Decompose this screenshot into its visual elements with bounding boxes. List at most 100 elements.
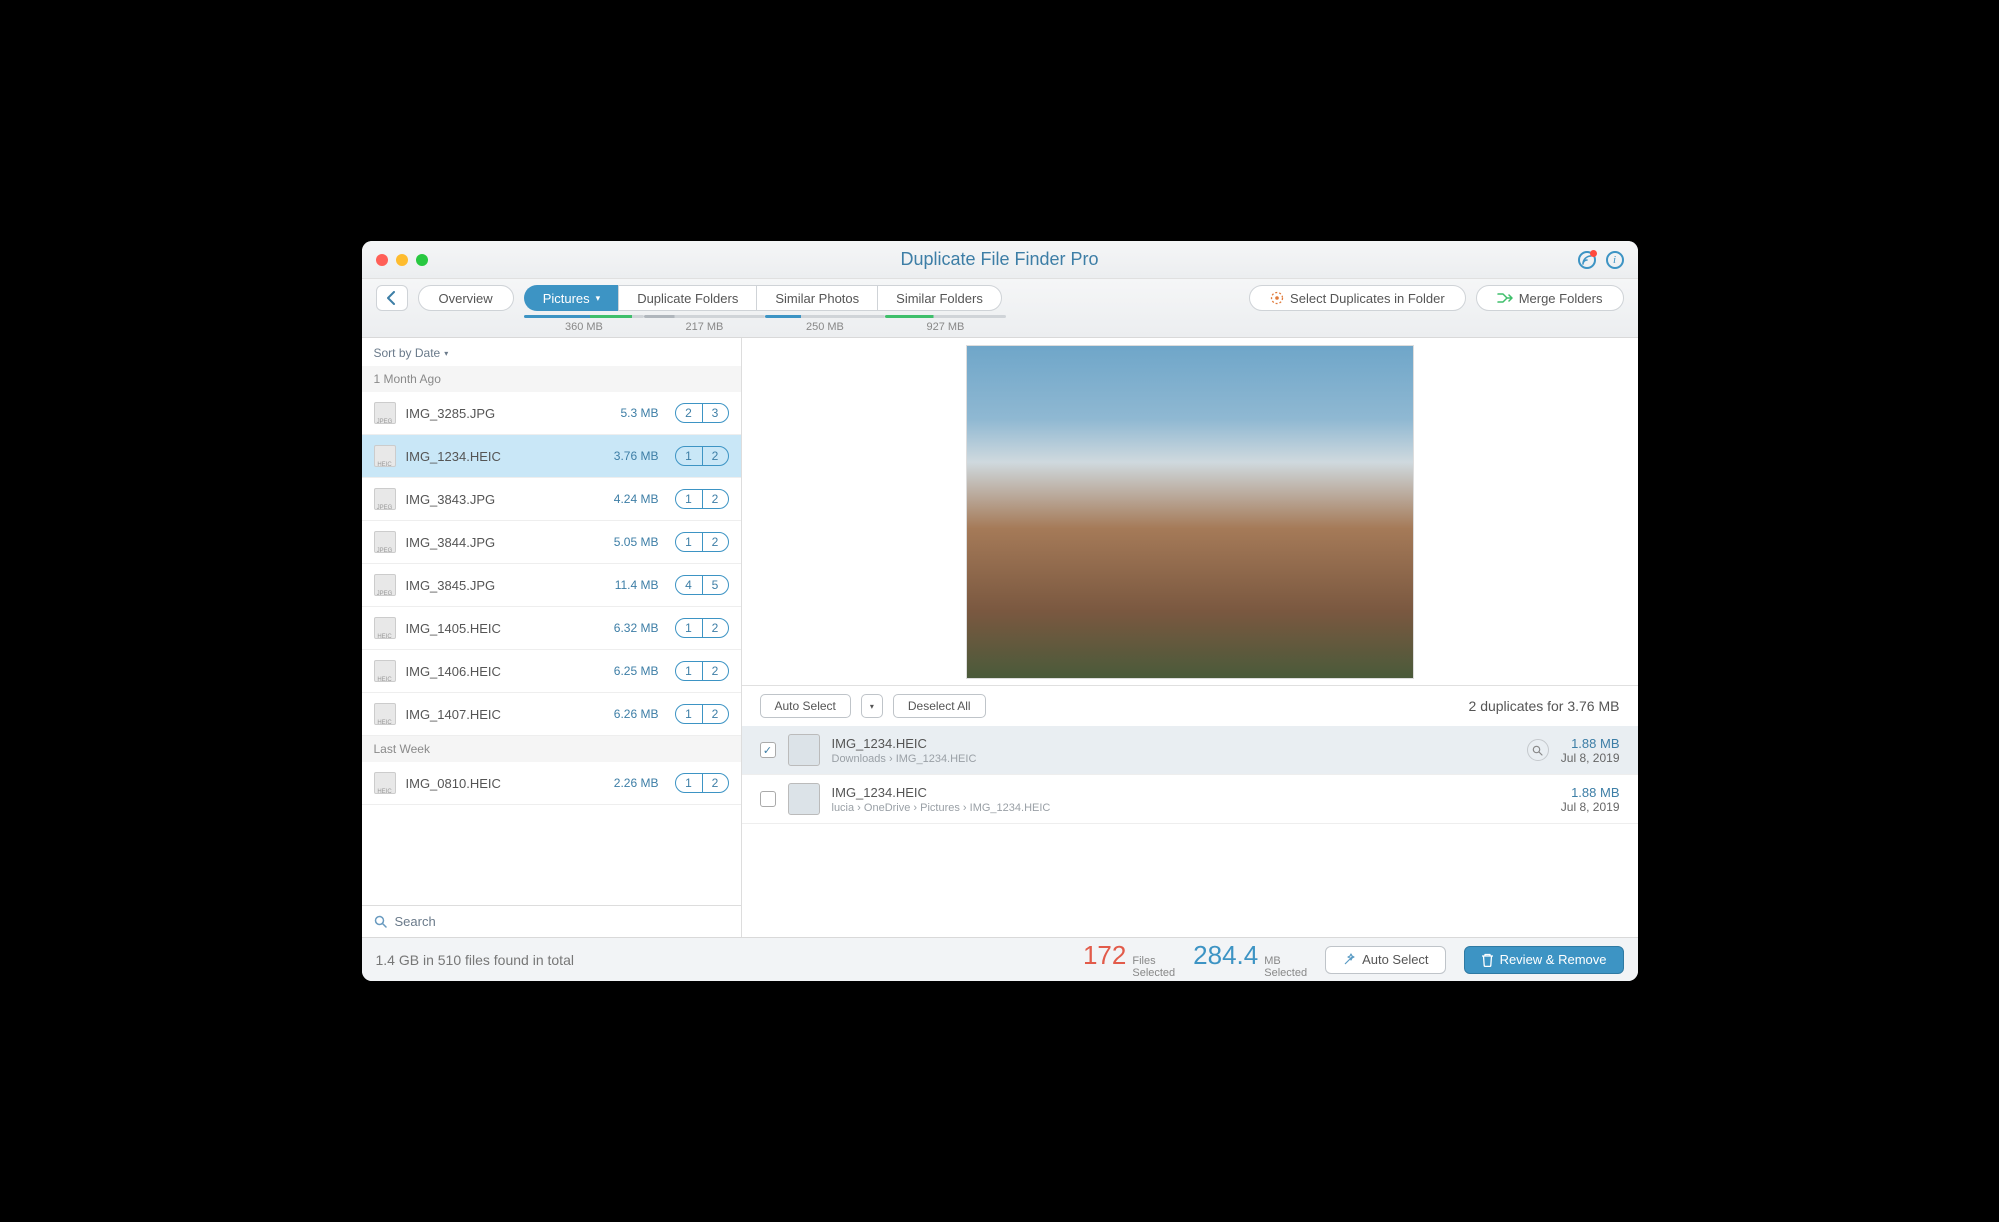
duplicate-thumbnail [788,734,820,766]
list-item[interactable]: IMG_3843.JPG 4.24 MB 12 [362,478,741,521]
list-item[interactable]: IMG_3285.JPG5.3 MB23 [362,392,741,435]
count-pill[interactable]: 12 [675,661,729,681]
info-icon[interactable]: i [1606,251,1624,269]
count-pill[interactable]: 45 [675,575,729,595]
tab-size-label: 360 MB [524,321,645,333]
file-size: 5.05 MB [614,535,659,549]
duplicate-size: 1.88 MB [1561,785,1620,800]
count-pill[interactable]: 12 [675,489,729,509]
duplicate-row: IMG_1234.HEIClucia › OneDrive › Pictures… [742,775,1638,824]
duplicate-list: IMG_1234.HEICDownloads › IMG_1234.HEIC1.… [742,726,1638,937]
search-icon [374,915,387,928]
file-thumbnail [374,574,396,596]
merge-folders-button[interactable]: Merge Folders [1476,285,1624,311]
group-header: 1 Month Ago [362,366,741,392]
merge-icon [1497,292,1513,304]
titlebar: Duplicate File Finder Pro i [362,241,1638,279]
duplicate-summary: 2 duplicates for 3.76 MB [1469,698,1620,714]
group-header: Last Week [362,736,741,762]
duplicate-toolbar: Auto Select ▾ Deselect All 2 duplicates … [742,686,1638,726]
file-size: 6.26 MB [614,707,659,721]
count-pill[interactable]: 12 [675,773,729,793]
search-placeholder: Search [395,914,436,929]
list-item[interactable]: IMG_1405.HEIC6.32 MB12 [362,607,741,650]
reveal-icon[interactable] [1527,739,1549,761]
tab-pictures[interactable]: Pictures▾ [524,285,619,311]
duplicate-path: Downloads › IMG_1234.HEIC [832,753,1515,765]
file-thumbnail [374,445,396,467]
file-name: IMG_0810.HEIC [406,776,604,791]
file-thumbnail [374,402,396,424]
minimize-window-button[interactable] [396,254,408,266]
mb-selected-stat: 284.4 MBSelected [1193,940,1307,979]
total-summary: 1.4 GB in 510 files found in total [376,952,574,968]
detail-pane: Auto Select ▾ Deselect All 2 duplicates … [742,338,1638,937]
list-item[interactable]: IMG_3845.JPG 11.4 MB 45 [362,564,741,607]
preview-area [742,338,1638,686]
list-item[interactable]: IMG_1234.HEIC 3.76 MB 12 [362,435,741,478]
duplicate-path: lucia › OneDrive › Pictures › IMG_1234.H… [832,802,1549,814]
window-controls [376,254,428,266]
file-list-sidebar: Sort by Date ▾ 1 Month AgoIMG_3285.JPG5.… [362,338,742,937]
count-pill[interactable]: 23 [675,403,729,423]
select-duplicates-in-folder-button[interactable]: Select Duplicates in Folder [1249,285,1466,311]
preview-image [966,345,1414,679]
file-thumbnail [374,617,396,639]
tab-similar-folders[interactable]: Similar Folders [877,285,1002,311]
duplicate-checkbox[interactable] [760,791,776,807]
file-size: 5.3 MB [620,406,658,420]
sort-dropdown[interactable]: Sort by Date ▾ [362,338,741,366]
zoom-window-button[interactable] [416,254,428,266]
file-name: IMG_3844.JPG [406,535,604,550]
toolbar: Overview Pictures▾Duplicate FoldersSimil… [362,279,1638,338]
file-list[interactable]: 1 Month AgoIMG_3285.JPG5.3 MB23IMG_1234.… [362,366,741,905]
count-pill[interactable]: 12 [675,704,729,724]
count-pill[interactable]: 12 [675,446,729,466]
file-size: 6.25 MB [614,664,659,678]
review-remove-button[interactable]: Review & Remove [1464,946,1624,974]
file-thumbnail [374,531,396,553]
overview-button[interactable]: Overview [418,285,514,311]
count-pill[interactable]: 12 [675,618,729,638]
notifications-icon[interactable] [1578,251,1596,269]
duplicate-row: IMG_1234.HEICDownloads › IMG_1234.HEIC1.… [742,726,1638,775]
duplicate-thumbnail [788,783,820,815]
search-bar[interactable]: Search [362,905,741,937]
file-thumbnail [374,772,396,794]
files-selected-stat: 172 FilesSelected [1083,940,1175,979]
footer-bar: 1.4 GB in 510 files found in total 172 F… [362,937,1638,981]
duplicate-checkbox[interactable] [760,742,776,758]
file-size: 11.4 MB [615,578,659,592]
close-window-button[interactable] [376,254,388,266]
file-size: 2.26 MB [614,776,659,790]
main-content: Sort by Date ▾ 1 Month AgoIMG_3285.JPG5.… [362,338,1638,937]
file-thumbnail [374,488,396,510]
count-pill[interactable]: 12 [675,532,729,552]
back-button[interactable] [376,285,408,311]
file-thumbnail [374,660,396,682]
tab-size-label: 927 MB [885,321,1006,333]
target-icon [1270,291,1284,305]
list-item[interactable]: IMG_3844.JPG 5.05 MB 12 [362,521,741,564]
deselect-all-button[interactable]: Deselect All [893,694,986,718]
trash-icon [1481,953,1494,967]
auto-select-dropdown[interactable]: ▾ [861,694,883,718]
file-name: IMG_1234.HEIC [406,449,604,464]
file-size: 3.76 MB [614,449,659,463]
list-item[interactable]: IMG_1406.HEIC 6.25 MB 12 [362,650,741,693]
chevron-down-icon: ▾ [870,702,874,711]
app-window: Duplicate File Finder Pro i Overview Pic… [362,241,1638,981]
tab-duplicate-folders[interactable]: Duplicate Folders [618,285,756,311]
chevron-down-icon: ▾ [596,293,601,304]
auto-select-button[interactable]: Auto Select [760,694,851,718]
file-name: IMG_1406.HEIC [406,664,604,679]
file-name: IMG_1405.HEIC [406,621,604,636]
list-item[interactable]: IMG_0810.HEIC 2.26 MB 12 [362,762,741,805]
list-item[interactable]: IMG_1407.HEIC6.26 MB12 [362,693,741,736]
tab-similar-photos[interactable]: Similar Photos [756,285,877,311]
file-name: IMG_3843.JPG [406,492,604,507]
chevron-down-icon: ▾ [444,349,448,358]
file-name: IMG_3845.JPG [406,578,605,593]
footer-auto-select-button[interactable]: Auto Select [1325,946,1446,974]
file-size: 4.24 MB [614,492,659,506]
